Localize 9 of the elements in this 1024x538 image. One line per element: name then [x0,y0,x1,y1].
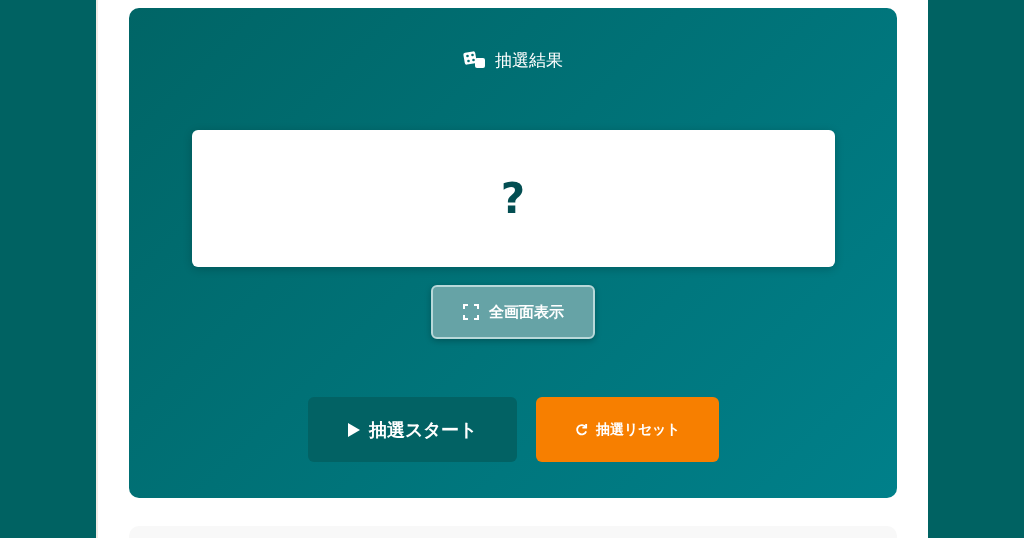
fullscreen-icon [462,304,479,320]
start-button[interactable]: 抽選スタート [307,397,517,462]
refresh-icon [574,423,588,436]
panel-title: 抽選結果 [495,48,563,72]
fullscreen-button[interactable]: 全画面表示 [431,285,595,339]
dice-icon [463,51,487,69]
reset-button[interactable]: 抽選リセット [535,397,719,462]
result-text: ? [500,174,526,223]
play-icon [347,421,361,438]
